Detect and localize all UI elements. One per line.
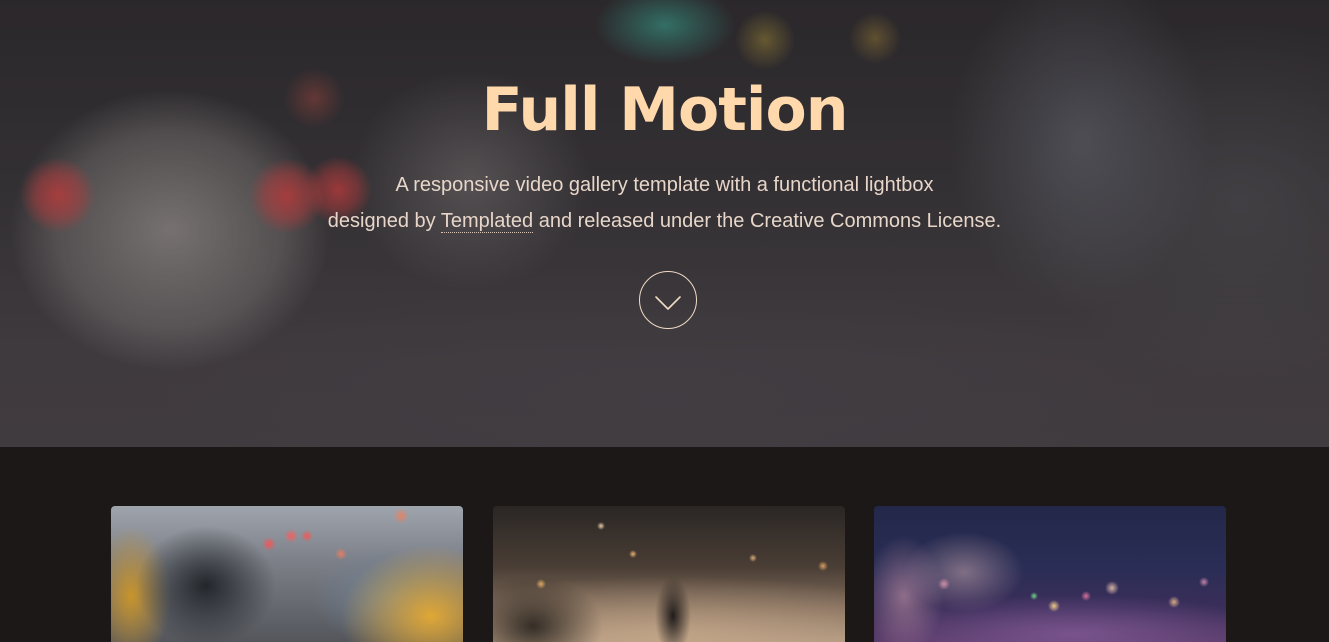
video-gallery [0,447,1329,642]
gallery-thumbnail-taxi-traffic[interactable] [111,506,463,642]
hero-banner: Full Motion A responsive video gallery t… [0,0,1329,447]
hero-subtitle-line-1: A responsive video gallery template with… [395,174,934,196]
hero-subtitle-text-before: designed by [327,210,441,232]
page-title: Full Motion [481,75,849,145]
gallery-thumbnail-city-lights[interactable] [874,506,1226,642]
scroll-down-button[interactable] [639,271,697,329]
chevron-down-icon [655,296,681,310]
templated-link[interactable]: Templated [440,210,534,233]
hero-subtitle-line-2: designed by Templated and released under… [0,203,1329,239]
hero-subtitle-text-after: and released under the Creative Commons … [533,210,1002,232]
gallery-thumbnail-city-crossing[interactable] [493,506,845,642]
